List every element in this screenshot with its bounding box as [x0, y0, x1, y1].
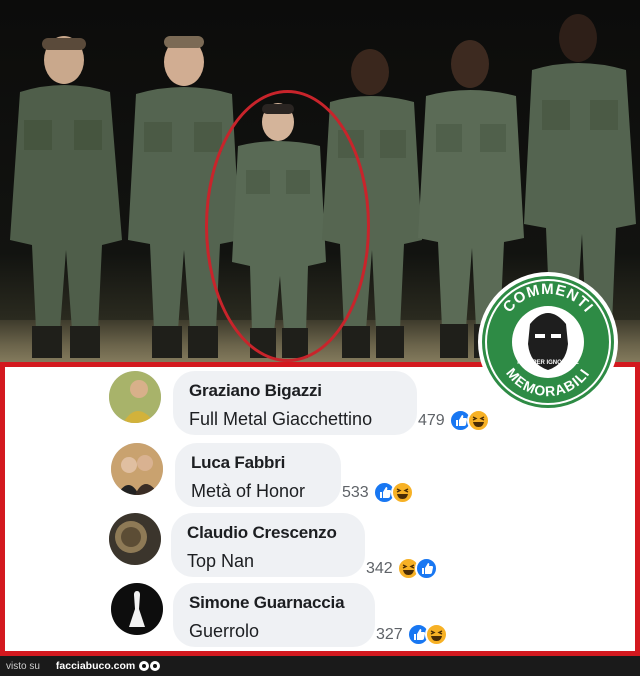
- comment-text: Full Metal Giacchettino: [189, 409, 373, 429]
- reaction-summary[interactable]: 479: [418, 409, 490, 432]
- reaction-count: 327: [376, 625, 403, 643]
- comment-bubble: Luca Fabbri Metà of Honor: [175, 443, 341, 507]
- avatar[interactable]: [111, 443, 163, 495]
- commenter-name[interactable]: Graziano Bigazzi: [189, 381, 403, 401]
- avatar[interactable]: [111, 583, 163, 635]
- avatar[interactable]: [109, 371, 161, 423]
- soldier-figure: [2, 30, 132, 362]
- reaction-summary[interactable]: 342: [366, 557, 438, 580]
- reaction-summary[interactable]: 327: [376, 623, 448, 646]
- comment-bubble: Claudio Crescenzo Top Nan: [171, 513, 365, 577]
- like-icon: [414, 557, 438, 580]
- comment-bubble: Graziano Bigazzi Full Metal Giacchettino: [173, 371, 417, 435]
- reaction-count: 342: [366, 559, 393, 577]
- commenter-name[interactable]: Claudio Crescenzo: [187, 523, 351, 543]
- haha-icon: [424, 623, 448, 646]
- commenter-name[interactable]: Simone Guarnaccia: [189, 593, 361, 613]
- reaction-count: 533: [342, 483, 369, 501]
- reaction-count: 479: [418, 411, 445, 429]
- comment-text: Top Nan: [187, 551, 255, 571]
- watermark-footer: visto su facciabuco.com: [0, 656, 640, 676]
- commenter-name[interactable]: Luca Fabbri: [191, 453, 327, 473]
- eyes-logo-icon: [139, 661, 161, 671]
- haha-icon: [466, 409, 490, 432]
- comment-bubble: Simone Guarnaccia Guerrolo: [173, 583, 375, 647]
- reaction-summary[interactable]: 533: [342, 481, 414, 504]
- commenti-memorabili-badge: NATI PER IGNORARE COMMENTI MEMORABILI: [478, 272, 618, 412]
- site-link[interactable]: facciabuco.com: [56, 660, 135, 672]
- avatar[interactable]: [109, 513, 161, 565]
- visto-su-label: visto su: [6, 660, 40, 672]
- comment-text: Guerrolo: [189, 621, 260, 641]
- comment-text: Metà of Honor: [191, 481, 306, 501]
- badge-small-text: NATI PER IGNORARE: [517, 360, 579, 366]
- highlight-circle: [205, 90, 370, 362]
- haha-icon: [390, 481, 414, 504]
